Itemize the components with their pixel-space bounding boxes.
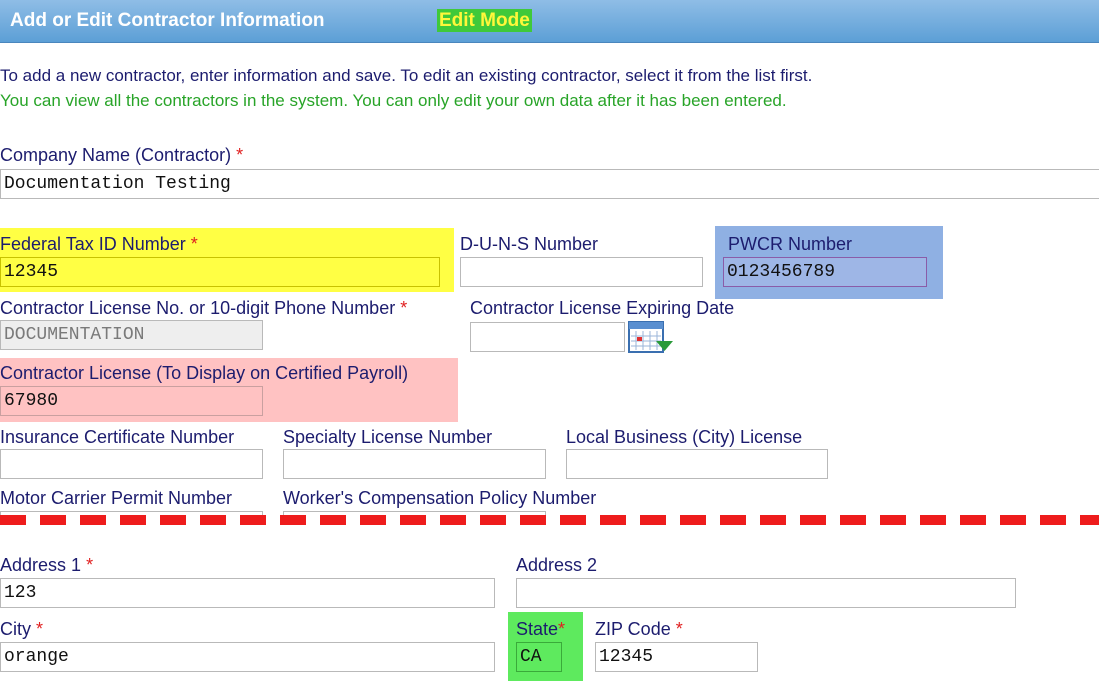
company-name-label: Company Name (Contractor) * (0, 145, 244, 165)
zip-code-label: ZIP Code * (595, 619, 683, 639)
company-name-input[interactable]: Documentation Testing (0, 169, 1099, 199)
specialty-license-label: Specialty License Number (283, 427, 493, 447)
city-input[interactable]: orange (0, 642, 495, 672)
instruction-text: To add a new contractor, enter informati… (0, 66, 813, 85)
duns-input[interactable] (460, 257, 703, 287)
insurance-cert-input[interactable] (0, 449, 263, 479)
license-display-input[interactable]: 67980 (0, 386, 263, 416)
address2-label: Address 2 (516, 555, 598, 575)
form-title: Add or Edit Contractor Information (10, 10, 325, 31)
required-marker: * (36, 619, 44, 639)
required-marker: * (236, 145, 244, 165)
city-label: City * (0, 619, 44, 639)
license-display-label: Contractor License (To Display on Certif… (0, 363, 409, 383)
pwcr-input[interactable]: 0123456789 (723, 257, 927, 287)
zip-code-input[interactable]: 12345 (595, 642, 758, 672)
local-business-license-label: Local Business (City) License (566, 427, 803, 447)
required-marker: * (190, 234, 198, 254)
local-business-license-input[interactable] (566, 449, 828, 479)
address2-input[interactable] (516, 578, 1016, 608)
required-marker: * (558, 619, 566, 639)
workers-comp-label: Worker's Compensation Policy Number (283, 488, 597, 508)
license-expiring-label: Contractor License Expiring Date (470, 298, 735, 318)
address1-input[interactable]: 123 (0, 578, 495, 608)
specialty-license-input[interactable] (283, 449, 546, 479)
section-cut-divider (0, 515, 1099, 525)
required-marker: * (400, 298, 408, 318)
federal-tax-id-label: Federal Tax ID Number * (0, 234, 198, 254)
edit-mode-badge: Edit Mode (437, 9, 532, 32)
contractor-license-no-input[interactable]: DOCUMENTATION (0, 320, 263, 350)
required-marker: * (86, 555, 94, 575)
federal-tax-id-input[interactable]: 12345 (0, 257, 440, 287)
required-marker: * (675, 619, 683, 639)
form-header: Add or Edit Contractor Information Edit … (0, 0, 1099, 43)
state-input[interactable]: CA (516, 642, 562, 672)
duns-label: D-U-N-S Number (460, 234, 599, 254)
contractor-license-no-label: Contractor License No. or 10-digit Phone… (0, 298, 408, 318)
permission-note: You can view all the contractors in the … (0, 91, 787, 110)
license-expiring-input[interactable] (470, 322, 625, 352)
state-label: State* (516, 619, 566, 639)
address1-label: Address 1 * (0, 555, 94, 575)
calendar-icon[interactable] (628, 319, 674, 355)
motor-carrier-label: Motor Carrier Permit Number (0, 488, 233, 508)
insurance-cert-label: Insurance Certificate Number (0, 427, 235, 447)
pwcr-label: PWCR Number (728, 234, 853, 254)
